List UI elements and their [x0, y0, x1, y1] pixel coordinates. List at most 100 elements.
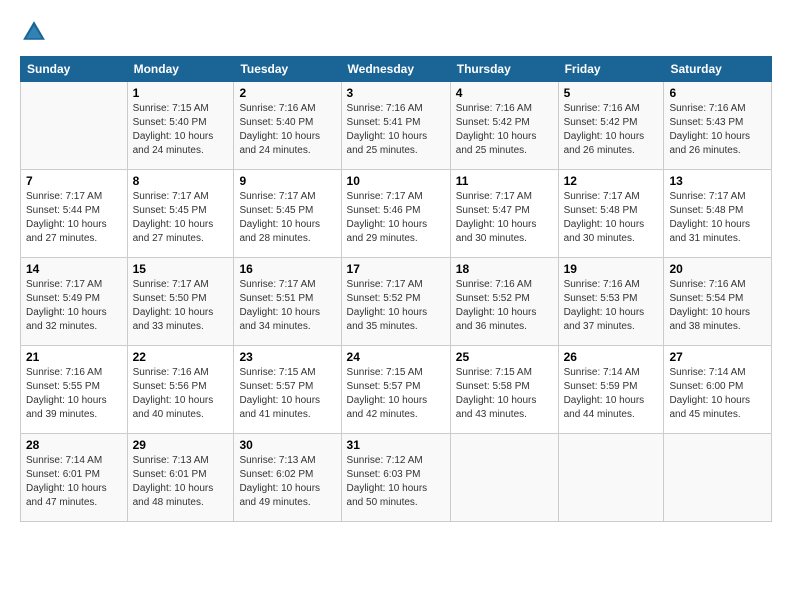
column-header-saturday: Saturday	[664, 57, 772, 82]
calendar-table: SundayMondayTuesdayWednesdayThursdayFrid…	[20, 56, 772, 522]
day-info: Sunrise: 7:17 AMSunset: 5:45 PMDaylight:…	[239, 190, 335, 246]
day-info: Sunrise: 7:15 AMSunset: 5:57 PMDaylight:…	[239, 366, 335, 422]
day-info: Sunrise: 7:17 AMSunset: 5:45 PMDaylight:…	[133, 190, 229, 246]
column-header-monday: Monday	[127, 57, 234, 82]
day-number: 27	[669, 350, 766, 364]
day-cell: 14 Sunrise: 7:17 AMSunset: 5:49 PMDayligh…	[21, 258, 128, 346]
day-number: 25	[456, 350, 553, 364]
day-info: Sunrise: 7:17 AMSunset: 5:47 PMDaylight:…	[456, 190, 553, 246]
day-number: 8	[133, 174, 229, 188]
week-row-4: 21 Sunrise: 7:16 AMSunset: 5:55 PMDayligh…	[21, 346, 772, 434]
day-cell: 16 Sunrise: 7:17 AMSunset: 5:51 PMDayligh…	[234, 258, 341, 346]
day-cell: 24Sunrise: 7:15 AMSunset: 5:57 PMDayligh…	[341, 346, 450, 434]
day-cell: 9 Sunrise: 7:17 AMSunset: 5:45 PMDaylight…	[234, 170, 341, 258]
day-info: Sunrise: 7:15 AMSunset: 5:57 PMDaylight:…	[347, 366, 445, 422]
day-number: 1	[133, 86, 229, 100]
day-cell: 20 Sunrise: 7:16 AMSunset: 5:54 PMDayligh…	[664, 258, 772, 346]
day-number: 15	[133, 262, 229, 276]
day-info: Sunrise: 7:16 AMSunset: 5:52 PMDaylight:…	[456, 278, 553, 334]
day-number: 20	[669, 262, 766, 276]
week-row-3: 14 Sunrise: 7:17 AMSunset: 5:49 PMDayligh…	[21, 258, 772, 346]
day-info: Sunrise: 7:17 AMSunset: 5:52 PMDaylight:…	[347, 278, 445, 334]
day-number: 7	[26, 174, 122, 188]
day-info: Sunrise: 7:17 AMSunset: 5:51 PMDaylight:…	[239, 278, 335, 334]
day-number: 31	[347, 438, 445, 452]
day-cell: 18 Sunrise: 7:16 AMSunset: 5:52 PMDayligh…	[450, 258, 558, 346]
day-info: Sunrise: 7:16 AMSunset: 5:43 PMDaylight:…	[669, 102, 766, 158]
day-number: 21	[26, 350, 122, 364]
day-info: Sunrise: 7:17 AMSunset: 5:50 PMDaylight:…	[133, 278, 229, 334]
day-info: Sunrise: 7:15 AMSunset: 5:40 PMDaylight:…	[133, 102, 229, 158]
day-info: Sunrise: 7:16 AMSunset: 5:55 PMDaylight:…	[26, 366, 122, 422]
column-header-sunday: Sunday	[21, 57, 128, 82]
day-number: 3	[347, 86, 445, 100]
day-cell: 28 Sunrise: 7:14 AMSunset: 6:01 PMDayligh…	[21, 434, 128, 522]
day-number: 29	[133, 438, 229, 452]
day-number: 14	[26, 262, 122, 276]
day-info: Sunrise: 7:17 AMSunset: 5:49 PMDaylight:…	[26, 278, 122, 334]
day-number: 23	[239, 350, 335, 364]
column-header-thursday: Thursday	[450, 57, 558, 82]
day-cell: 10 Sunrise: 7:17 AMSunset: 5:46 PMDayligh…	[341, 170, 450, 258]
week-row-2: 7 Sunrise: 7:17 AMSunset: 5:44 PMDaylight…	[21, 170, 772, 258]
day-number: 19	[564, 262, 659, 276]
day-cell: 1 Sunrise: 7:15 AMSunset: 5:40 PMDaylight…	[127, 82, 234, 170]
day-cell: 15 Sunrise: 7:17 AMSunset: 5:50 PMDayligh…	[127, 258, 234, 346]
day-cell: 4Sunrise: 7:16 AMSunset: 5:42 PMDaylight…	[450, 82, 558, 170]
day-number: 6	[669, 86, 766, 100]
day-number: 2	[239, 86, 335, 100]
day-cell: 21 Sunrise: 7:16 AMSunset: 5:55 PMDayligh…	[21, 346, 128, 434]
day-cell: 31Sunrise: 7:12 AMSunset: 6:03 PMDayligh…	[341, 434, 450, 522]
logo	[20, 18, 56, 46]
day-cell: 26 Sunrise: 7:14 AMSunset: 5:59 PMDayligh…	[558, 346, 664, 434]
day-cell: 22Sunrise: 7:16 AMSunset: 5:56 PMDayligh…	[127, 346, 234, 434]
day-info: Sunrise: 7:16 AMSunset: 5:41 PMDaylight:…	[347, 102, 445, 158]
day-info: Sunrise: 7:16 AMSunset: 5:56 PMDaylight:…	[133, 366, 229, 422]
day-info: Sunrise: 7:16 AMSunset: 5:54 PMDaylight:…	[669, 278, 766, 334]
day-cell: 27 Sunrise: 7:14 AMSunset: 6:00 PMDayligh…	[664, 346, 772, 434]
day-info: Sunrise: 7:17 AMSunset: 5:48 PMDaylight:…	[564, 190, 659, 246]
day-info: Sunrise: 7:17 AMSunset: 5:48 PMDaylight:…	[669, 190, 766, 246]
column-header-friday: Friday	[558, 57, 664, 82]
logo-icon	[20, 18, 48, 46]
calendar-body: 1 Sunrise: 7:15 AMSunset: 5:40 PMDaylight…	[21, 82, 772, 522]
calendar-header: SundayMondayTuesdayWednesdayThursdayFrid…	[21, 57, 772, 82]
day-cell	[21, 82, 128, 170]
day-cell: 5Sunrise: 7:16 AMSunset: 5:42 PMDaylight…	[558, 82, 664, 170]
day-number: 28	[26, 438, 122, 452]
day-number: 26	[564, 350, 659, 364]
day-number: 9	[239, 174, 335, 188]
day-info: Sunrise: 7:14 AMSunset: 5:59 PMDaylight:…	[564, 366, 659, 422]
day-cell	[664, 434, 772, 522]
week-row-1: 1 Sunrise: 7:15 AMSunset: 5:40 PMDaylight…	[21, 82, 772, 170]
day-cell: 30Sunrise: 7:13 AMSunset: 6:02 PMDayligh…	[234, 434, 341, 522]
day-info: Sunrise: 7:13 AMSunset: 6:01 PMDaylight:…	[133, 454, 229, 510]
day-cell: 7 Sunrise: 7:17 AMSunset: 5:44 PMDaylight…	[21, 170, 128, 258]
day-number: 16	[239, 262, 335, 276]
day-number: 11	[456, 174, 553, 188]
day-cell	[558, 434, 664, 522]
day-cell: 8 Sunrise: 7:17 AMSunset: 5:45 PMDaylight…	[127, 170, 234, 258]
header	[20, 18, 772, 46]
day-cell: 11 Sunrise: 7:17 AMSunset: 5:47 PMDayligh…	[450, 170, 558, 258]
day-number: 18	[456, 262, 553, 276]
day-number: 13	[669, 174, 766, 188]
day-info: Sunrise: 7:17 AMSunset: 5:44 PMDaylight:…	[26, 190, 122, 246]
day-cell: 2Sunrise: 7:16 AMSunset: 5:40 PMDaylight…	[234, 82, 341, 170]
day-info: Sunrise: 7:13 AMSunset: 6:02 PMDaylight:…	[239, 454, 335, 510]
day-number: 5	[564, 86, 659, 100]
column-header-tuesday: Tuesday	[234, 57, 341, 82]
column-header-wednesday: Wednesday	[341, 57, 450, 82]
day-number: 12	[564, 174, 659, 188]
page: SundayMondayTuesdayWednesdayThursdayFrid…	[0, 0, 792, 532]
day-cell: 23 Sunrise: 7:15 AMSunset: 5:57 PMDayligh…	[234, 346, 341, 434]
day-info: Sunrise: 7:17 AMSunset: 5:46 PMDaylight:…	[347, 190, 445, 246]
day-info: Sunrise: 7:14 AMSunset: 6:00 PMDaylight:…	[669, 366, 766, 422]
day-number: 10	[347, 174, 445, 188]
day-info: Sunrise: 7:14 AMSunset: 6:01 PMDaylight:…	[26, 454, 122, 510]
day-cell	[450, 434, 558, 522]
day-info: Sunrise: 7:16 AMSunset: 5:42 PMDaylight:…	[456, 102, 553, 158]
day-cell: 13 Sunrise: 7:17 AMSunset: 5:48 PMDayligh…	[664, 170, 772, 258]
day-cell: 3 Sunrise: 7:16 AMSunset: 5:41 PMDaylight…	[341, 82, 450, 170]
header-row: SundayMondayTuesdayWednesdayThursdayFrid…	[21, 57, 772, 82]
